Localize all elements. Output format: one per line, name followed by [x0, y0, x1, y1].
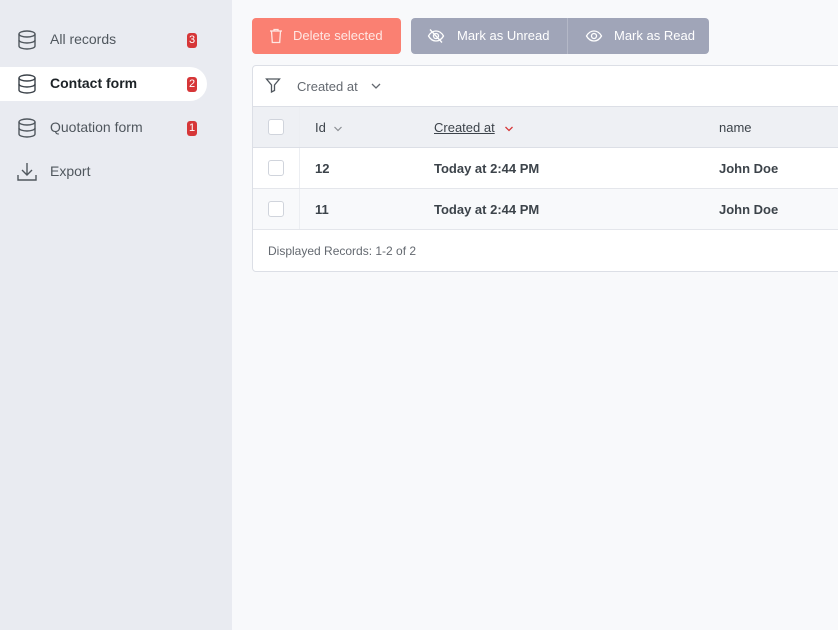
- table-row[interactable]: 11 Today at 2:44 PM John Doe: [253, 189, 838, 230]
- sidebar-item-contact-form[interactable]: Contact form 2: [0, 67, 207, 101]
- row-select-cell: [253, 148, 300, 188]
- sidebar-item-all-records[interactable]: All records 3: [0, 23, 207, 57]
- cell-created-at: Today at 2:44 PM: [434, 161, 540, 176]
- cell-id: 12: [315, 161, 330, 176]
- mark-as-read-label: Mark as Read: [614, 28, 695, 43]
- records-count: Displayed Records: 1-2 of 2: [268, 244, 417, 258]
- column-header-name[interactable]: name: [719, 120, 752, 135]
- sidebar-item-label: All records: [50, 31, 117, 47]
- sidebar-item-label: Contact form: [50, 75, 138, 91]
- filter-icon[interactable]: [265, 77, 281, 93]
- download-icon: [17, 163, 37, 181]
- trash-icon: [270, 28, 282, 44]
- chevron-down-icon[interactable]: [333, 124, 343, 134]
- eye-icon: [585, 30, 603, 42]
- delete-selected-label: Delete selected: [293, 28, 383, 43]
- sidebar-item-label: Export: [50, 163, 91, 179]
- database-icon: [18, 118, 36, 138]
- row-checkbox[interactable]: [268, 201, 284, 217]
- filter-bar: Created at: [253, 66, 838, 107]
- column-header-created-at[interactable]: Created at: [434, 120, 495, 135]
- filter-field-dropdown[interactable]: Created at: [297, 79, 358, 94]
- chevron-down-icon[interactable]: [370, 80, 382, 92]
- sidebar-item-export[interactable]: Export: [0, 155, 207, 189]
- table-row[interactable]: 12 Today at 2:44 PM John Doe: [253, 148, 838, 189]
- database-icon: [18, 74, 36, 94]
- select-all-cell: [253, 107, 300, 147]
- mark-as-read-button[interactable]: Mark as Read: [567, 18, 709, 54]
- cell-name: John Doe: [719, 202, 779, 217]
- cell-name: John Doe: [719, 161, 779, 176]
- sidebar-item-label: Quotation form: [50, 119, 143, 135]
- table-header-row: Id Created at name: [253, 107, 838, 148]
- mark-as-unread-button[interactable]: Mark as Unread: [411, 18, 567, 54]
- eye-off-icon: [427, 29, 445, 43]
- count-badge: 1: [187, 121, 197, 136]
- column-header-id[interactable]: Id: [315, 120, 326, 135]
- sidebar-item-quotation-form[interactable]: Quotation form 1: [0, 111, 207, 145]
- count-badge: 3: [187, 33, 197, 48]
- cell-id: 11: [315, 202, 329, 217]
- sidebar: All records 3 Contact form 2 Quotation f…: [0, 0, 232, 630]
- records-table: Created at Id Created at name 12 Today a…: [252, 65, 838, 272]
- cell-created-at: Today at 2:44 PM: [434, 202, 540, 217]
- delete-selected-button[interactable]: Delete selected: [252, 18, 401, 54]
- select-all-checkbox[interactable]: [268, 119, 284, 135]
- database-icon: [18, 30, 36, 50]
- row-select-cell: [253, 189, 300, 229]
- mark-as-unread-label: Mark as Unread: [457, 28, 550, 43]
- row-checkbox[interactable]: [268, 160, 284, 176]
- count-badge: 2: [187, 77, 197, 92]
- sort-desc-icon[interactable]: [504, 124, 514, 134]
